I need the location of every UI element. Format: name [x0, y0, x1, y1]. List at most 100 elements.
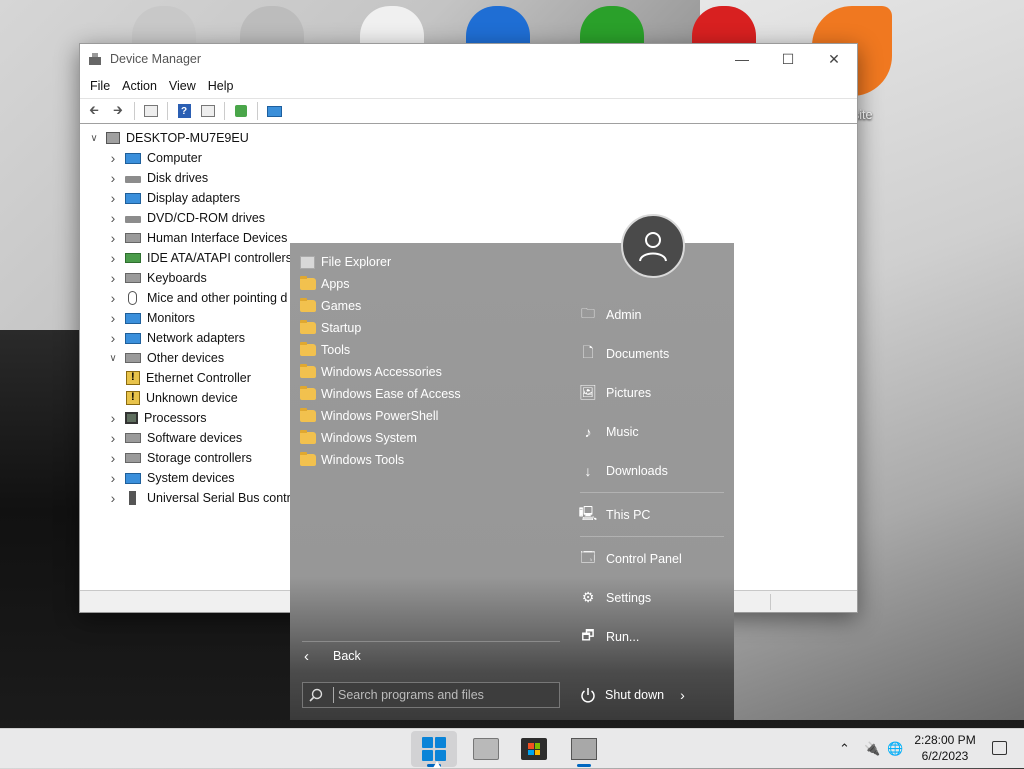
tree-node-label: Processors — [144, 411, 207, 425]
gamepad-icon[interactable] — [360, 6, 424, 46]
chevron-up-icon[interactable]: ⌃ — [839, 729, 850, 769]
update-driver-icon[interactable] — [231, 102, 251, 120]
start-place-item[interactable]: 🖼 Pictures — [570, 373, 734, 412]
tree-node[interactable]: › Display adapters — [80, 188, 857, 208]
network-disconnected-icon[interactable]: 🔌 — [864, 729, 880, 769]
tree-root[interactable]: ∨ DESKTOP-MU7E9EU — [80, 128, 857, 148]
control-panel-icon: 🗔 — [580, 548, 596, 565]
start-menu-item[interactable]: Apps — [290, 273, 570, 295]
back-button[interactable]: ‹ Back — [304, 645, 361, 667]
start-menu-item[interactable]: Windows PowerShell — [290, 405, 570, 427]
chevron-right-icon[interactable]: › — [107, 430, 119, 446]
chevron-right-icon[interactable]: › — [107, 410, 119, 426]
menu-action[interactable]: Action — [116, 79, 163, 93]
start-place-item[interactable]: ↓ Downloads — [570, 451, 734, 490]
windows-logo-icon — [422, 737, 446, 761]
user-folder-icon: 🗀 — [581, 304, 595, 321]
shutdown-button[interactable]: Shut down › — [580, 684, 685, 706]
properties-icon[interactable] — [141, 102, 161, 120]
chevron-right-icon[interactable]: › — [107, 150, 119, 166]
chevron-right-icon[interactable]: › — [107, 470, 119, 486]
chevron-right-icon[interactable]: › — [107, 310, 119, 326]
device-manager-icon — [88, 52, 102, 66]
taskbar-device-manager[interactable] — [561, 731, 607, 767]
clock[interactable]: 2:28:00 PM 6/2/2023 — [912, 732, 978, 764]
start-menu-item[interactable]: Windows Tools — [290, 449, 570, 471]
maximize-button[interactable]: ☐ — [765, 44, 811, 74]
start-menu-item-label: Games — [321, 299, 362, 313]
tree-node-label: Computer — [147, 151, 202, 165]
details-pane-icon[interactable] — [198, 102, 218, 120]
search-icon — [309, 688, 323, 702]
menu-view[interactable]: View — [163, 79, 202, 93]
close-button[interactable]: ✕ — [811, 44, 857, 74]
chevron-right-icon[interactable]: › — [107, 490, 119, 506]
hid-icon — [125, 233, 141, 243]
minimize-button[interactable]: — — [719, 44, 765, 74]
tree-node[interactable]: › Computer — [80, 148, 857, 168]
scan-hardware-icon[interactable] — [264, 102, 284, 120]
start-menu-item[interactable]: Startup — [290, 317, 570, 339]
start-place-item[interactable]: 🗀 Admin — [570, 295, 734, 334]
back-arrow-icon[interactable]: 🡰 — [84, 102, 104, 120]
chevron-right-icon[interactable]: › — [107, 250, 119, 266]
start-place-item[interactable]: 🗋 Documents — [570, 334, 734, 373]
start-menu-item[interactable]: Windows System — [290, 427, 570, 449]
notification-icon[interactable] — [992, 741, 1007, 755]
start-place-item[interactable]: 🖳 This PC — [570, 495, 734, 534]
user-icon — [639, 232, 667, 262]
start-place-item[interactable]: 🗗 Run... — [570, 617, 734, 656]
taskbar: ⌃ 🔌 🌐 2:28:00 PM 6/2/2023 — [0, 728, 1024, 768]
taskbar-store[interactable] — [511, 731, 557, 767]
tree-node-label: Universal Serial Bus contro — [147, 491, 298, 505]
forward-arrow-icon[interactable]: 🡲 — [108, 102, 128, 120]
shutdown-label: Shut down — [605, 688, 665, 702]
chevron-right-icon[interactable]: › — [680, 687, 685, 703]
start-place-item[interactable]: ♪ Music — [570, 412, 734, 451]
title-bar[interactable]: Device Manager — ☐ ✕ — [80, 44, 857, 74]
chevron-right-icon[interactable]: › — [107, 230, 119, 246]
chevron-right-icon[interactable]: › — [107, 170, 119, 186]
tree-node[interactable]: › Disk drives — [80, 168, 857, 188]
start-place-item[interactable]: ⚙ Settings — [570, 578, 734, 617]
tree-node-label: System devices — [147, 471, 235, 485]
search-input[interactable] — [333, 687, 533, 703]
chevron-right-icon[interactable]: › — [107, 270, 119, 286]
menu-file[interactable]: File — [84, 79, 116, 93]
chevron-right-icon[interactable]: › — [107, 450, 119, 466]
globe-icon[interactable]: 🌐 — [887, 729, 903, 769]
search-box[interactable] — [302, 682, 560, 708]
chevron-right-icon[interactable]: › — [107, 290, 119, 306]
start-menu-item[interactable]: Tools — [290, 339, 570, 361]
taskbar-file-explorer[interactable] — [463, 731, 509, 767]
xbox-icon[interactable] — [580, 6, 644, 46]
start-menu-item[interactable]: Games — [290, 295, 570, 317]
chevron-down-icon[interactable]: ∨ — [88, 133, 100, 144]
start-menu-item[interactable]: Windows Ease of Access — [290, 383, 570, 405]
start-menu-item[interactable]: Windows Accessories — [290, 361, 570, 383]
start-menu-item-label: Windows Accessories — [321, 365, 442, 379]
start-place-label: Run... — [606, 629, 640, 644]
menu-help[interactable]: Help — [202, 79, 240, 93]
chevron-right-icon[interactable]: › — [107, 210, 119, 226]
picture-icon: 🖼 — [579, 384, 597, 400]
recycle-bin-icon[interactable] — [132, 6, 196, 46]
tree-node[interactable]: › DVD/CD-ROM drives — [80, 208, 857, 228]
start-menu-item-label: Windows Tools — [321, 453, 405, 467]
help-icon[interactable]: ? — [174, 102, 194, 120]
chevron-down-icon[interactable]: ∨ — [107, 353, 119, 364]
power-icon — [581, 688, 595, 703]
start-place-item[interactable]: 🗔 Control Panel — [570, 539, 734, 578]
user-avatar[interactable] — [621, 214, 685, 278]
file-explorer-icon — [473, 738, 499, 760]
mouse-cursor — [433, 761, 441, 768]
start-menu-item[interactable]: File Explorer — [290, 251, 570, 273]
tree-root-label: DESKTOP-MU7E9EU — [126, 131, 249, 145]
tree-node-label: Monitors — [147, 311, 195, 325]
chevron-right-icon[interactable]: › — [107, 330, 119, 346]
folder-desktop-icon[interactable] — [240, 6, 304, 46]
menu-bar: File Action View Help — [80, 74, 857, 98]
chevron-right-icon[interactable]: › — [107, 190, 119, 206]
steam-like-icon[interactable] — [466, 6, 530, 46]
keyboard-icon — [125, 273, 141, 283]
